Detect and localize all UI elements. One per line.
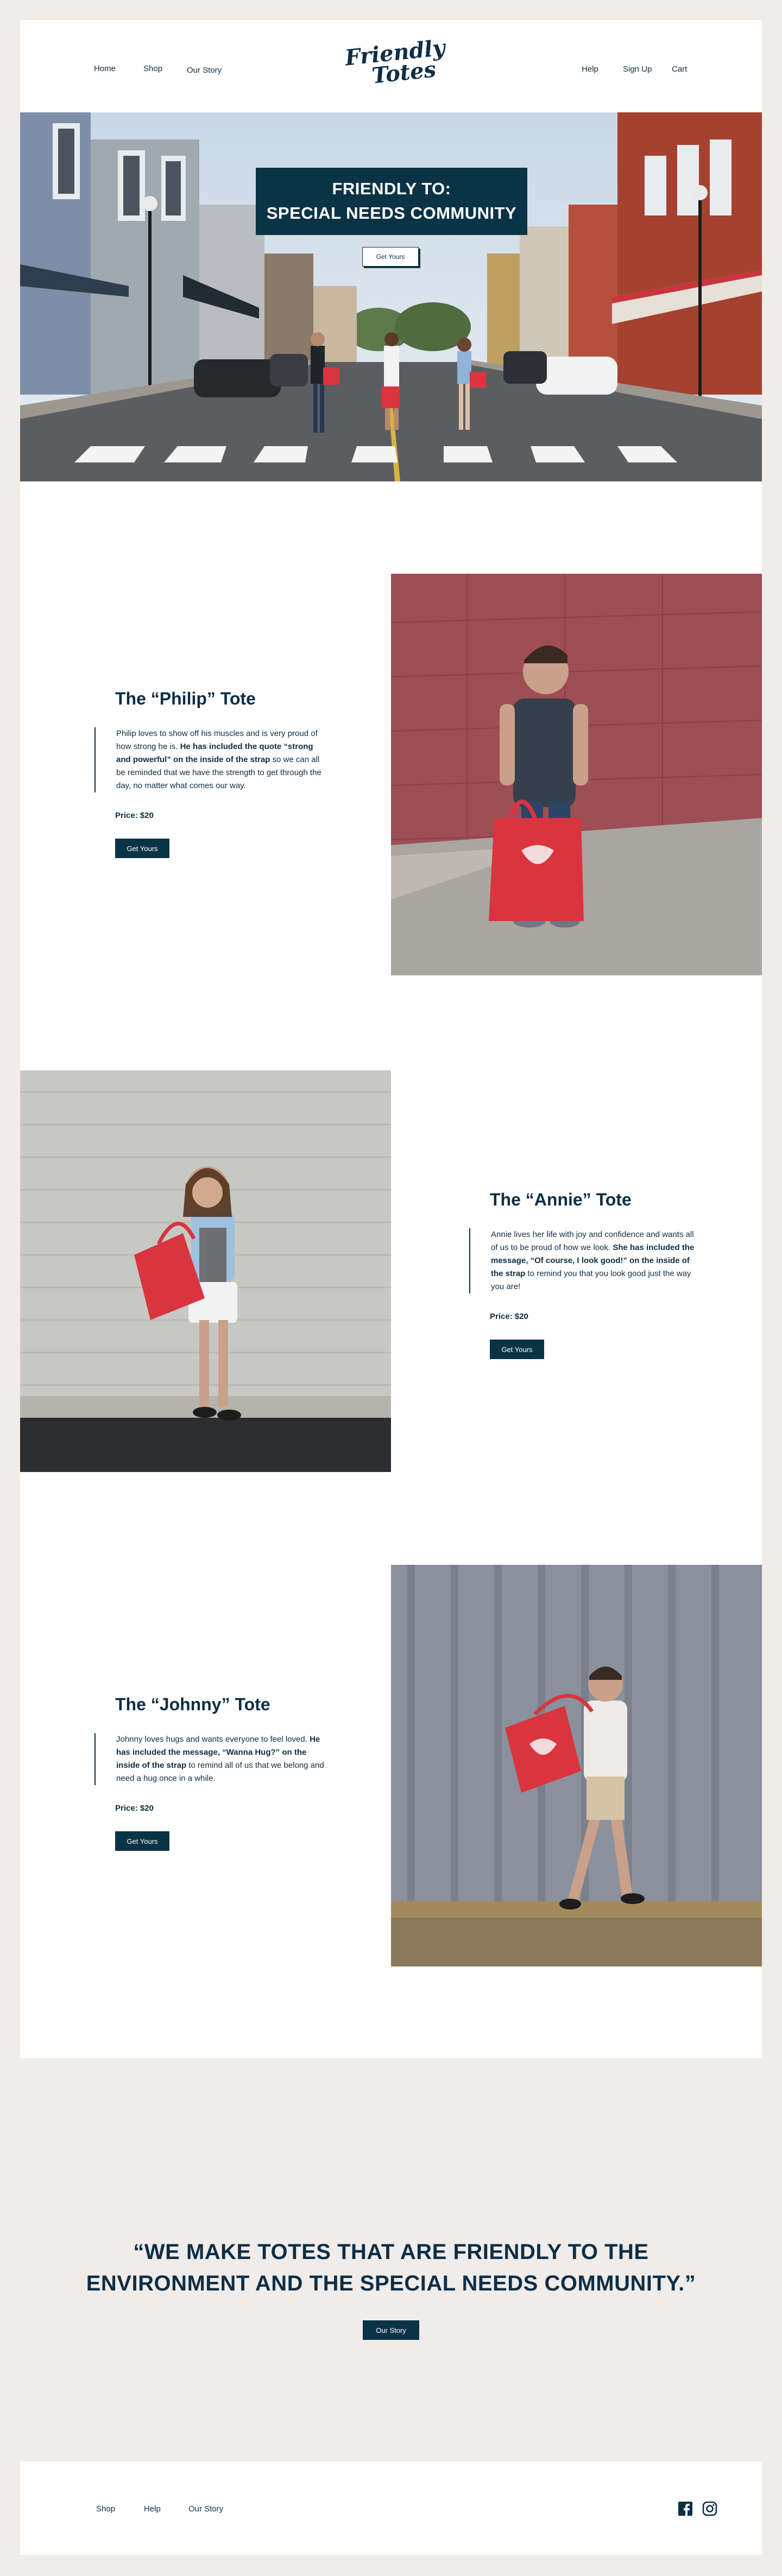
quote-line1: “WE MAKE TOTES THAT ARE FRIENDLY TO THE bbox=[133, 2240, 649, 2264]
hero-title-banner: FRIENDLY TO: SPECIAL NEEDS COMMUNITY bbox=[256, 168, 527, 235]
nav-our-story[interactable]: Our Story bbox=[187, 66, 222, 75]
footer-link-shop[interactable]: Shop bbox=[96, 2504, 115, 2514]
get-yours-button[interactable]: Get Yours bbox=[115, 1831, 169, 1851]
product-annie-info: The “Annie” Tote Annie lives her life wi… bbox=[469, 1190, 702, 1359]
product-philip-info: The “Philip” Tote Philip loves to show o… bbox=[94, 689, 327, 858]
nav-shop[interactable]: Shop bbox=[143, 64, 162, 73]
product-title: The “Philip” Tote bbox=[115, 689, 256, 708]
site-footer: Shop Help Our Story bbox=[20, 2461, 762, 2555]
nav-help[interactable]: Help bbox=[582, 65, 598, 74]
hero-section: FRIENDLY TO: SPECIAL NEEDS COMMUNITY Get… bbox=[20, 112, 762, 481]
product-philip-photo bbox=[391, 574, 762, 975]
nav-cart[interactable]: Cart bbox=[672, 65, 687, 74]
logo-text-line2: Totes bbox=[370, 56, 438, 89]
instagram-icon[interactable] bbox=[702, 2501, 718, 2517]
mission-quote: “WE MAKE TOTES THAT ARE FRIENDLY TO THE … bbox=[0, 2236, 782, 2299]
hero-title-line1: FRIENDLY TO: bbox=[332, 179, 451, 199]
description-text: Johnny loves hugs and wants everyone to … bbox=[116, 1735, 310, 1744]
product-title: The “Annie” Tote bbox=[490, 1190, 632, 1209]
get-yours-button[interactable]: Get Yours bbox=[115, 839, 169, 858]
product-price: Price: $20 bbox=[115, 811, 154, 820]
main-panel: Home Shop Our Story Friendly Totes Help … bbox=[20, 20, 762, 2058]
our-story-button[interactable]: Our Story bbox=[363, 2320, 419, 2340]
footer-link-our-story[interactable]: Our Story bbox=[188, 2504, 223, 2514]
footer-link-help[interactable]: Help bbox=[144, 2504, 161, 2514]
product-price: Price: $20 bbox=[490, 1312, 528, 1321]
product-description: Johnny loves hugs and wants everyone to … bbox=[94, 1733, 327, 1785]
page: Home Shop Our Story Friendly Totes Help … bbox=[0, 0, 782, 2576]
product-annie-photo bbox=[20, 1070, 391, 1472]
product-johnny-photo bbox=[391, 1565, 762, 1966]
product-price: Price: $20 bbox=[115, 1804, 154, 1813]
site-header: Home Shop Our Story Friendly Totes Help … bbox=[20, 20, 762, 112]
product-description: Philip loves to show off his muscles and… bbox=[94, 727, 327, 792]
site-logo[interactable]: Friendly Totes bbox=[344, 35, 446, 89]
product-title: The “Johnny” Tote bbox=[115, 1695, 270, 1714]
nav-sign-up[interactable]: Sign Up bbox=[623, 65, 652, 74]
product-description: Annie lives her life with joy and confid… bbox=[469, 1228, 702, 1293]
product-johnny-info: The “Johnny” Tote Johnny loves hugs and … bbox=[94, 1695, 327, 1851]
hero-title-line2: SPECIAL NEEDS COMMUNITY bbox=[266, 204, 517, 223]
facebook-icon[interactable] bbox=[677, 2501, 693, 2517]
hero-get-yours-button[interactable]: Get Yours bbox=[362, 247, 419, 267]
nav-home[interactable]: Home bbox=[94, 64, 116, 73]
quote-line2: ENVIRONMENT AND THE SPECIAL NEEDS COMMUN… bbox=[86, 2272, 696, 2295]
get-yours-button[interactable]: Get Yours bbox=[490, 1340, 544, 1359]
